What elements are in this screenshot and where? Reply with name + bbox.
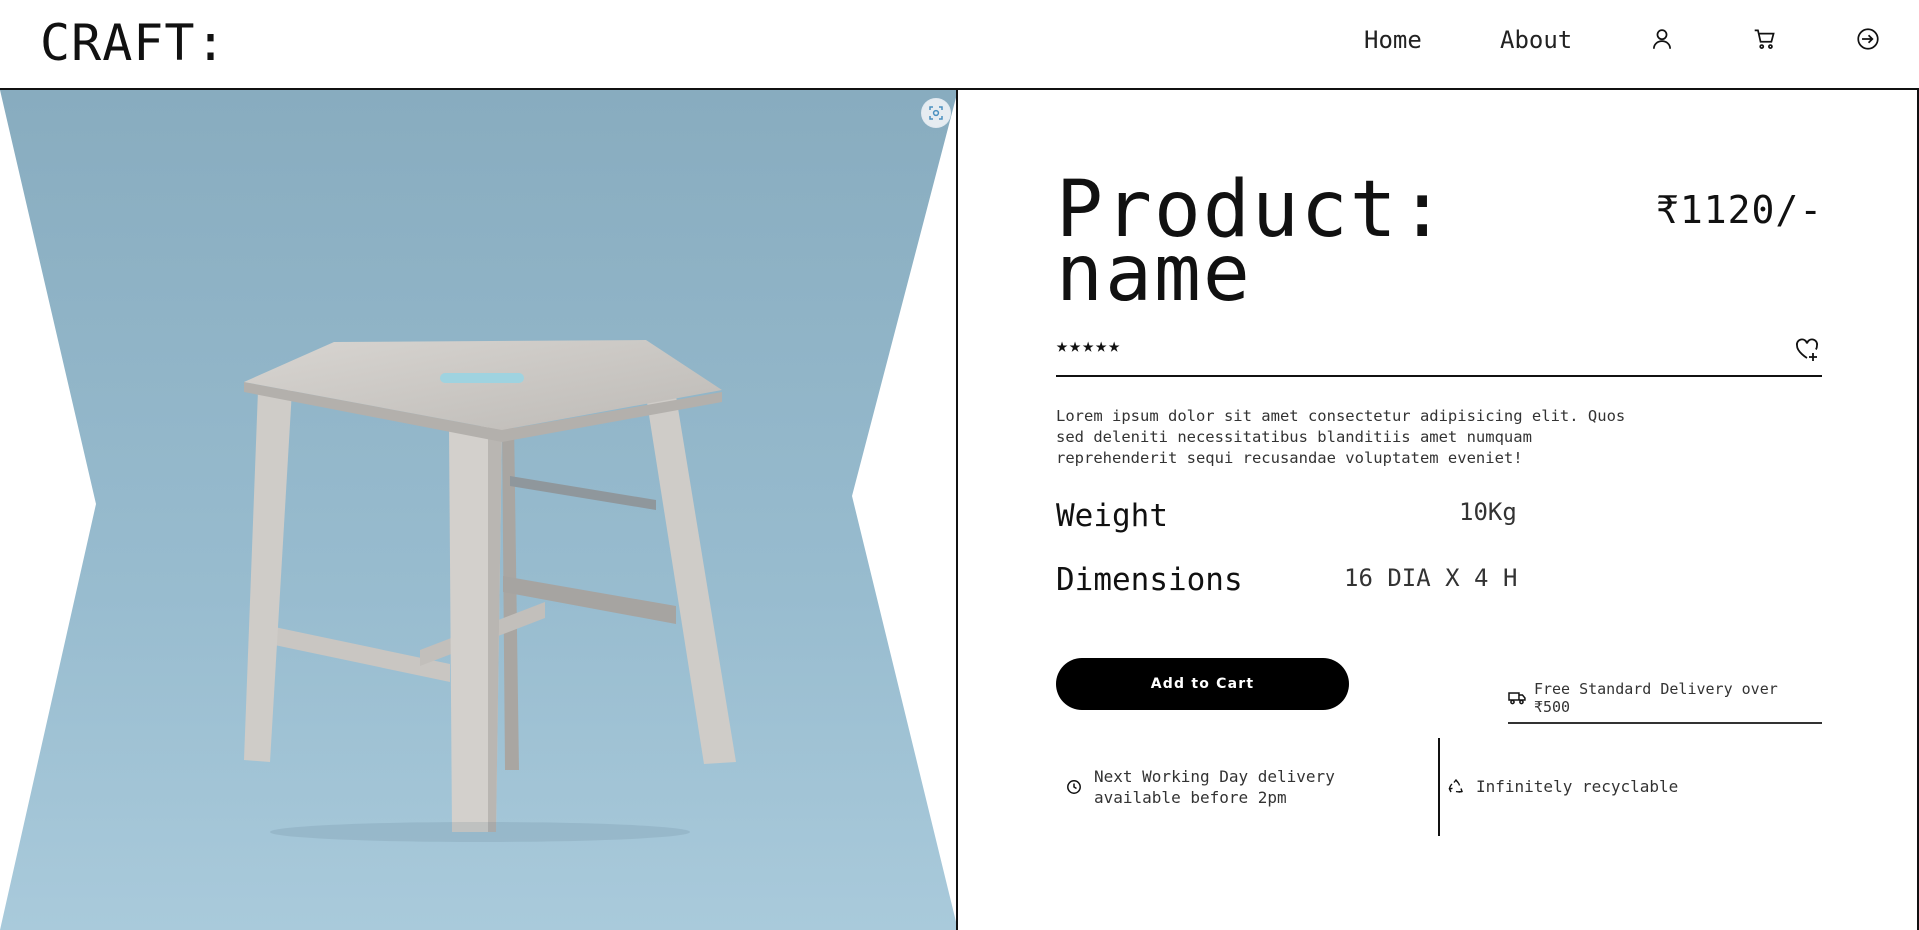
free-delivery-link[interactable]: Free Standard Delivery over ₹500	[1508, 680, 1822, 724]
clock-icon	[1067, 780, 1081, 794]
rating-stars: ★★★★★	[1056, 333, 1122, 357]
dimensions-label: Dimensions	[1056, 562, 1243, 598]
weight-value: 10Kg	[1459, 498, 1517, 526]
nav-about-link[interactable]: About	[1500, 26, 1572, 54]
product-image-panel	[0, 90, 958, 930]
add-to-cart-button[interactable]: Add to Cart	[1056, 658, 1349, 710]
nav-home-link[interactable]: Home	[1364, 26, 1422, 54]
product-price: ₹1120/-	[1656, 188, 1824, 232]
product-image	[0, 90, 956, 930]
login-icon[interactable]	[1855, 26, 1881, 52]
user-icon[interactable]	[1649, 26, 1675, 52]
wishlist-heart-icon[interactable]	[1793, 336, 1821, 364]
brand-logo[interactable]: CRAFT:	[40, 14, 227, 72]
fullscreen-icon[interactable]	[921, 98, 951, 128]
cart-icon[interactable]	[1752, 26, 1778, 52]
site-header: CRAFT: Home About	[0, 0, 1919, 90]
free-delivery-text: Free Standard Delivery over ₹500	[1533, 680, 1778, 716]
next-day-delivery-feature: Next Working Day delivery available befo…	[1066, 766, 1396, 808]
dimensions-value: 16 DIA X 4 H	[1344, 564, 1518, 592]
recycle-icon	[1448, 778, 1463, 793]
recyclable-text: Infinitely recyclable	[1476, 777, 1679, 796]
weight-label: Weight	[1056, 498, 1168, 534]
product-title: Product: name	[1056, 165, 1448, 319]
truck-icon	[1508, 692, 1526, 705]
recyclable-feature: Infinitely recyclable	[1448, 776, 1748, 797]
product-details: Product: name ₹1120/- ★★★★★ Lorem ipsum …	[960, 90, 1919, 930]
features-divider	[1438, 738, 1440, 836]
next-day-delivery-text: Next Working Day delivery available befo…	[1094, 767, 1335, 807]
title-divider	[1056, 375, 1822, 377]
product-description: Lorem ipsum dolor sit amet consectetur a…	[1056, 407, 1626, 467]
